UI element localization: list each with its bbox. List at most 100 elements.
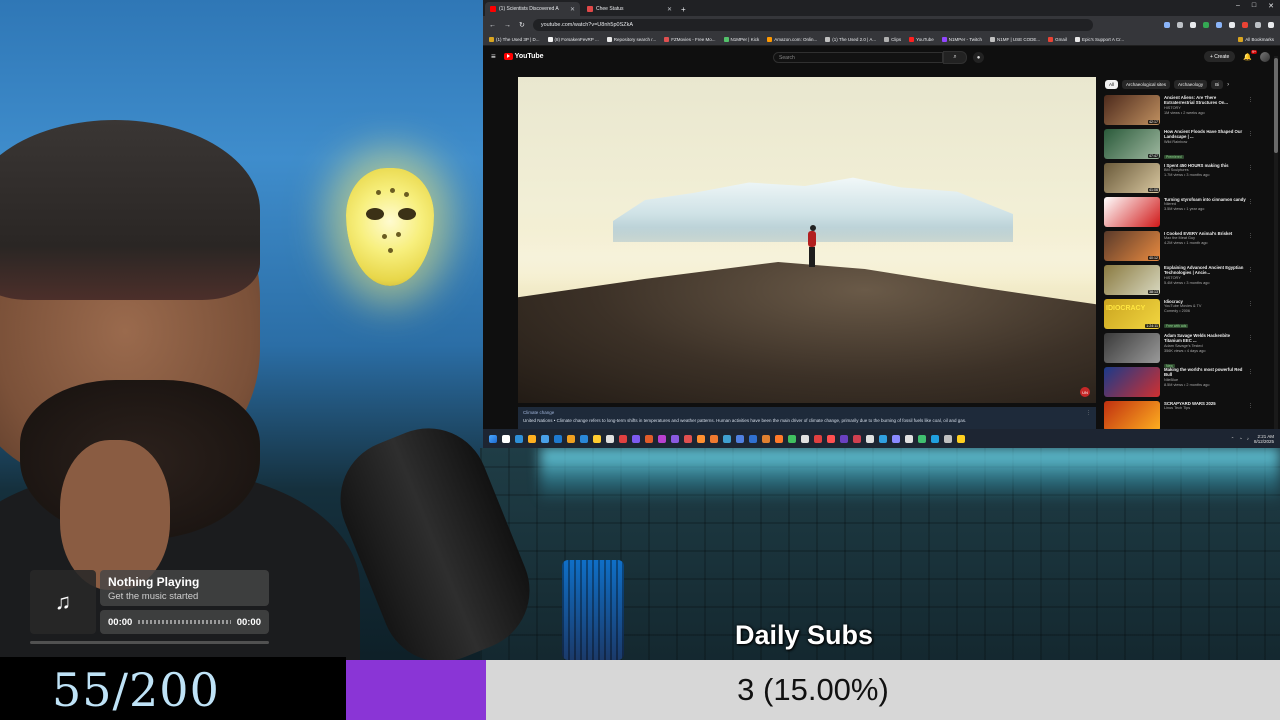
video-thumbnail[interactable]: 42:17 bbox=[1104, 95, 1160, 125]
taskbar-app-icon[interactable] bbox=[905, 434, 913, 443]
extension-icon[interactable] bbox=[1242, 22, 1248, 28]
taskbar-app-icon[interactable] bbox=[671, 434, 679, 443]
video-title[interactable]: Turning styrofoam into cinnamon candy bbox=[1164, 197, 1246, 202]
taskbar-app-icon[interactable] bbox=[554, 434, 562, 443]
video-thumbnail[interactable]: IDIOCRACY 1:24:11 bbox=[1104, 299, 1160, 329]
taskbar-app-icon[interactable] bbox=[814, 434, 822, 443]
extension-icon[interactable] bbox=[1229, 22, 1235, 28]
video-title[interactable]: How Ancient Floods Have Shaped Our Lands… bbox=[1164, 129, 1246, 140]
more-options-icon[interactable]: ⋮ bbox=[1248, 369, 1253, 375]
recommended-video[interactable]: 38:13 Explaining Advanced Ancient Egyptia… bbox=[1104, 265, 1254, 298]
taskbar-app-icon[interactable] bbox=[853, 434, 861, 443]
bookmark-item[interactable]: N1MF | USE CODE... bbox=[989, 37, 1040, 42]
extension-icon[interactable] bbox=[1216, 22, 1222, 28]
more-options-icon[interactable]: ⋮ bbox=[1248, 131, 1253, 137]
recommended-video[interactable]: 42:17 Ancient Aliens: Are There Extraterr… bbox=[1104, 95, 1254, 128]
taskbar-app-icon[interactable] bbox=[775, 434, 783, 443]
taskbar-app-icon[interactable] bbox=[918, 434, 926, 443]
video-thumbnail[interactable]: 40:12 bbox=[1104, 231, 1160, 261]
new-tab-button[interactable]: + bbox=[681, 5, 686, 16]
more-options-icon[interactable]: ⋮ bbox=[1248, 233, 1253, 239]
bookmark-item[interactable]: Amazon.com: Onlin... bbox=[767, 37, 817, 42]
bookmark-item[interactable]: N1MPer - Twitch bbox=[941, 37, 982, 42]
video-thumbnail[interactable] bbox=[1104, 197, 1160, 227]
recommended-video[interactable]: 40:12 I Cooked EVERY Animal's Brisket Max … bbox=[1104, 231, 1254, 264]
channel-name[interactable]: Linus Tech Tips bbox=[1164, 406, 1246, 411]
taskbar-app-icon[interactable] bbox=[736, 434, 744, 443]
close-tab-icon[interactable]: ✕ bbox=[570, 6, 575, 13]
video-player[interactable]: UN bbox=[518, 77, 1096, 403]
more-menu-icon[interactable] bbox=[1268, 22, 1274, 28]
taskbar-app-icon[interactable] bbox=[840, 434, 848, 443]
taskbar-app-icon[interactable] bbox=[892, 434, 900, 443]
taskbar-app-icon[interactable] bbox=[879, 434, 887, 443]
volume-icon[interactable]: ♪ bbox=[1247, 436, 1249, 441]
bookmark-item[interactable]: (1) The Used 2.0 | A... bbox=[825, 37, 876, 42]
profile-icon[interactable] bbox=[1255, 22, 1261, 28]
bookmark-item[interactable]: (8) ForsakenFevRP ... bbox=[547, 37, 599, 42]
search-icon[interactable]: ⌕ bbox=[943, 51, 967, 64]
start-menu-icon[interactable] bbox=[489, 434, 497, 443]
search-input[interactable]: Search bbox=[773, 52, 943, 63]
taskbar-app-icon[interactable] bbox=[684, 434, 692, 443]
extension-icon[interactable] bbox=[1177, 22, 1183, 28]
recommended-video[interactable]: Turning styrofoam into cinnamon candy Nil… bbox=[1104, 197, 1254, 230]
notifications-bell-icon[interactable]: 🔔 9+ bbox=[1243, 49, 1257, 61]
taskbar-app-icon[interactable] bbox=[658, 434, 666, 443]
video-title[interactable]: Ancient Aliens: Are There Extraterrestri… bbox=[1164, 95, 1246, 106]
taskbar-app-icon[interactable] bbox=[567, 434, 575, 443]
wifi-icon[interactable]: ◔ bbox=[1239, 436, 1242, 441]
more-options-icon[interactable]: ⋮ bbox=[1248, 199, 1253, 205]
bookmark-item[interactable]: YouTube bbox=[909, 37, 934, 42]
more-options-icon[interactable]: ⋮ bbox=[1248, 335, 1253, 341]
taskbar-app-icon[interactable] bbox=[749, 434, 757, 443]
video-thumbnail[interactable]: 41:06 bbox=[1104, 163, 1160, 193]
forward-arrow-icon[interactable]: → bbox=[504, 22, 511, 29]
taskbar-app-icon[interactable] bbox=[944, 434, 952, 443]
more-options-icon[interactable]: ⋮ bbox=[1248, 97, 1253, 103]
taskbar-app-icon[interactable] bbox=[697, 434, 705, 443]
voice-search-icon[interactable]: ● bbox=[973, 52, 984, 63]
recommended-video[interactable]: 47:47 How Ancient Floods Have Shaped Our … bbox=[1104, 129, 1254, 162]
chip-all[interactable]: All bbox=[1105, 80, 1119, 89]
channel-name[interactable]: Wild Rainbow bbox=[1164, 140, 1246, 145]
video-thumbnail[interactable]: 47:47 bbox=[1104, 129, 1160, 159]
bookmark-item[interactable]: FZMovies - Free Mo... bbox=[664, 37, 716, 42]
chip-more[interactable]: Bi bbox=[1211, 80, 1224, 89]
video-title[interactable]: Making the world's most powerful Red Bul… bbox=[1164, 367, 1246, 378]
bookmark-item[interactable]: Gmail bbox=[1048, 37, 1067, 42]
taskbar-app-icon[interactable] bbox=[528, 434, 536, 443]
video-thumbnail[interactable]: 38:13 bbox=[1104, 265, 1160, 295]
bookmark-item[interactable]: Clips bbox=[884, 37, 901, 42]
taskbar-app-icon[interactable] bbox=[645, 434, 653, 443]
recommended-video[interactable]: IDIOCRACY 1:24:11 Idiocracy YouTube Movies … bbox=[1104, 299, 1254, 332]
more-options-icon[interactable]: ⋮ bbox=[1248, 267, 1253, 273]
all-bookmarks-button[interactable]: All Bookmarks bbox=[1238, 37, 1274, 42]
more-options-icon[interactable]: ⋮ bbox=[1248, 165, 1253, 171]
video-thumbnail[interactable] bbox=[1104, 333, 1160, 363]
taskbar-app-icon[interactable] bbox=[788, 434, 796, 443]
hamburger-menu-icon[interactable]: ≡ bbox=[491, 52, 496, 61]
taskbar-app-icon[interactable] bbox=[502, 434, 510, 443]
reload-icon[interactable]: ↻ bbox=[519, 21, 525, 29]
video-thumbnail[interactable] bbox=[1104, 401, 1160, 431]
taskbar-app-icon[interactable] bbox=[580, 434, 588, 443]
taskbar-app-icon[interactable] bbox=[723, 434, 731, 443]
taskbar-clock[interactable]: 2:21 AM 8/12/2025 bbox=[1254, 434, 1274, 444]
chevron-right-icon[interactable]: › bbox=[1227, 82, 1229, 88]
star-icon[interactable] bbox=[1190, 22, 1196, 28]
taskbar-app-icon[interactable] bbox=[710, 434, 718, 443]
taskbar-app-icon[interactable] bbox=[801, 434, 809, 443]
video-thumbnail[interactable] bbox=[1104, 367, 1160, 397]
taskbar-app-icon[interactable] bbox=[866, 434, 874, 443]
maximize-button[interactable]: □ bbox=[1252, 2, 1256, 10]
url-input[interactable]: youtube.com/watch?v=U8nh5p0SZkA bbox=[532, 19, 1093, 31]
taskbar-app-icon[interactable] bbox=[515, 434, 523, 443]
close-tab-icon[interactable]: ✕ bbox=[667, 6, 672, 13]
bookmark-item[interactable]: (1) The Used 3P | D... bbox=[489, 37, 540, 42]
bookmark-item[interactable]: Repository search r... bbox=[606, 37, 656, 42]
more-options-icon[interactable]: ⋮ bbox=[1248, 301, 1253, 307]
youtube-logo[interactable]: YouTube bbox=[503, 52, 544, 60]
more-options-icon[interactable]: ⋮ bbox=[1086, 410, 1091, 416]
extension-icon[interactable] bbox=[1203, 22, 1209, 28]
